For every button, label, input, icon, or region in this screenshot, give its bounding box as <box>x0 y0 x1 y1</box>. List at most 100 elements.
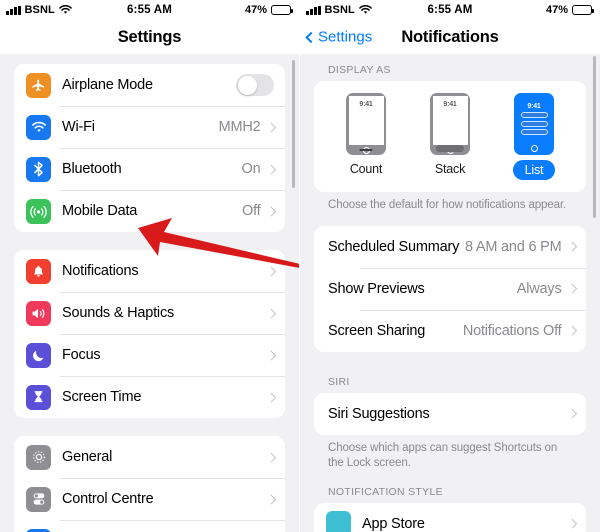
battery-percent-label: 47% <box>545 4 568 16</box>
chevron-right-icon <box>266 308 276 318</box>
gear-icon <box>26 444 51 470</box>
page-title: Notifications <box>401 27 499 46</box>
settings-scroll-area[interactable]: Airplane Mode Wi-Fi MMH2 Bluetooth On Mo… <box>0 54 299 532</box>
screen-time-hourglass-icon <box>26 384 51 410</box>
wifi-icon <box>359 5 372 14</box>
chevron-right-icon <box>266 494 276 504</box>
settings-group-notifications: Notifications Sounds & Haptics Focus Scr… <box>14 250 285 418</box>
notification-style-group: App Store <box>314 502 586 532</box>
sidebar-item-label: Bluetooth <box>62 161 122 177</box>
sidebar-item-label: Screen Time <box>62 389 142 405</box>
display-as-option-label: Count <box>349 162 383 176</box>
carrier-label: BSNL <box>324 4 355 16</box>
display-as-option-list[interactable]: 9:41 List <box>497 93 571 180</box>
chevron-right-icon <box>567 518 577 529</box>
list-indicator <box>520 129 548 135</box>
display-as-card: 9:41 Count 9:41 Stack 9:41 List <box>314 81 586 192</box>
settings-group-system: General Control Centre <box>14 436 285 532</box>
list-preview-icon: 9:41 <box>514 93 554 155</box>
chevron-right-icon <box>567 408 577 419</box>
notifications-bell-icon <box>26 258 51 284</box>
chevron-right-icon <box>567 241 577 252</box>
wifi-icon <box>59 5 72 14</box>
status-bar-right: BSNL 6:55 AM 47% <box>300 0 600 20</box>
row-label: Show Previews <box>328 280 425 297</box>
sidebar-item-screen-time[interactable]: Screen Time <box>14 376 285 418</box>
sidebar-item-wifi[interactable]: Wi-Fi MMH2 <box>14 106 285 148</box>
row-value: 8 AM and 6 PM <box>464 238 562 255</box>
back-button[interactable]: Settings <box>305 28 373 46</box>
section-header-notification-style: NOTIFICATION STYLE <box>328 485 443 498</box>
cellular-signal-icon <box>6 5 21 15</box>
status-bar-left-group: BSNL <box>6 4 72 16</box>
list-indicator <box>520 120 548 127</box>
status-bar-right-group: 47% <box>244 4 294 16</box>
row-label: Scheduled Summary <box>328 238 460 255</box>
display-as-option-stack[interactable]: 9:41 Stack <box>413 93 487 176</box>
sidebar-item-bluetooth[interactable]: Bluetooth On <box>14 148 285 190</box>
row-siri-suggestions[interactable]: Siri Suggestions <box>314 393 586 435</box>
sidebar-item-airplane-mode[interactable]: Airplane Mode <box>14 64 285 106</box>
row-show-previews[interactable]: Show Previews Always <box>314 267 586 310</box>
sidebar-item-label: Notifications <box>62 263 139 279</box>
app-store-icon <box>326 511 351 532</box>
row-screen-sharing[interactable]: Screen Sharing Notifications Off <box>314 309 586 352</box>
siri-footer: Choose which apps can suggest Shortcuts … <box>328 441 558 470</box>
airplane-icon <box>26 72 51 98</box>
sidebar-item-label: Mobile Data <box>62 203 138 219</box>
sidebar-item-sounds-haptics[interactable]: Sounds & Haptics <box>14 292 285 334</box>
row-app-store[interactable]: App Store <box>314 503 586 532</box>
status-bar-left-group: BSNL <box>306 4 372 16</box>
scrollbar-left[interactable] <box>292 60 295 188</box>
chevron-right-icon <box>266 452 276 462</box>
wifi-icon <box>26 114 51 140</box>
chevron-right-icon <box>266 164 276 174</box>
home-button-icon <box>530 144 538 152</box>
count-preview-icon: 9:41 <box>346 93 386 155</box>
nav-bar-left: Settings <box>0 20 299 54</box>
display-as-option-label: Stack <box>434 162 466 176</box>
dual-screenshot-container: BSNL 6:55 AM 47% Settings Airplane Mode … <box>0 0 600 532</box>
battery-icon <box>271 5 294 15</box>
section-header-display-as: DISPLAY AS <box>328 64 391 76</box>
sidebar-item-display-brightness[interactable]: AA Display & Brightness <box>14 520 285 532</box>
battery-percent-label: 47% <box>244 4 267 16</box>
left-phone-screen: BSNL 6:55 AM 47% Settings Airplane Mode … <box>0 0 300 532</box>
preview-time-label: 9:41 <box>443 100 457 108</box>
sidebar-item-notifications[interactable]: Notifications <box>14 250 285 292</box>
siri-group: Siri Suggestions <box>314 392 586 435</box>
notifications-settings-group: Scheduled Summary 8 AM and 6 PM Show Pre… <box>314 225 586 352</box>
scrollbar-right[interactable] <box>593 56 596 218</box>
status-bar-left: BSNL 6:55 AM 47% <box>0 0 299 20</box>
row-label: Siri Suggestions <box>328 405 430 422</box>
sidebar-item-label: Sounds & Haptics <box>62 305 175 321</box>
sidebar-item-value: On <box>241 161 261 177</box>
chevron-left-icon <box>305 31 317 43</box>
sidebar-item-focus[interactable]: Focus <box>14 334 285 376</box>
notifications-scroll-area[interactable]: DISPLAY AS 9:41 Count 9:41 Stack 9:41 Li… <box>300 54 600 532</box>
display-brightness-aa-icon: AA <box>26 528 51 532</box>
control-centre-icon <box>26 486 51 512</box>
back-button-label: Settings <box>318 28 373 46</box>
preview-time-label: 9:41 <box>359 100 373 108</box>
cellular-signal-icon <box>306 5 321 15</box>
display-as-option-count[interactable]: 9:41 Count <box>329 93 403 176</box>
sidebar-item-value: Off <box>242 203 261 219</box>
row-label: Screen Sharing <box>328 322 426 339</box>
sidebar-item-control-centre[interactable]: Control Centre <box>14 478 285 520</box>
chevron-right-icon <box>266 206 276 216</box>
row-scheduled-summary[interactable]: Scheduled Summary 8 AM and 6 PM <box>314 226 586 268</box>
sidebar-item-label: Focus <box>62 347 101 363</box>
sidebar-item-mobile-data[interactable]: Mobile Data Off <box>14 190 285 232</box>
row-value: Always <box>516 280 562 297</box>
airplane-mode-toggle[interactable] <box>236 74 274 96</box>
page-title: Settings <box>117 27 182 46</box>
sidebar-item-general[interactable]: General <box>14 436 285 478</box>
sidebar-item-label: Control Centre <box>62 491 154 507</box>
sidebar-item-label: Airplane Mode <box>62 77 153 93</box>
sidebar-item-label: Wi-Fi <box>62 119 95 135</box>
preview-time-label: 9:41 <box>527 102 541 110</box>
stack-preview-icon: 9:41 <box>430 93 470 155</box>
sidebar-item-label: General <box>62 449 113 465</box>
list-indicator <box>520 112 548 118</box>
